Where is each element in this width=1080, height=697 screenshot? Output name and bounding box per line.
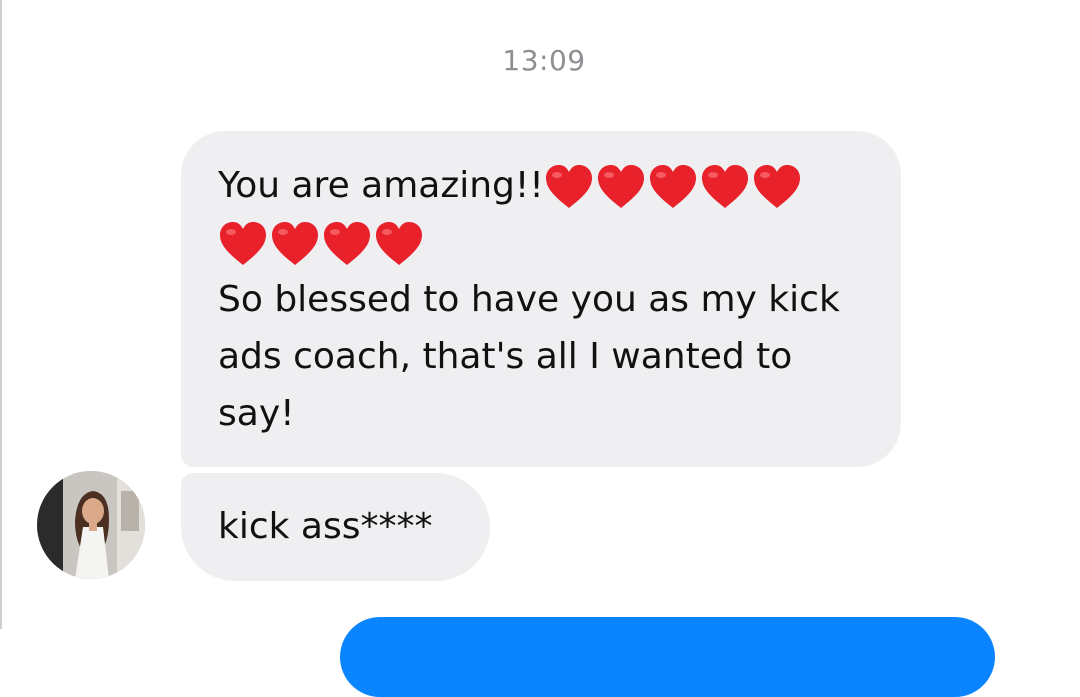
- message-body-text: So blessed to have you as my kick ads co…: [218, 279, 840, 434]
- message-line-2: [218, 214, 865, 271]
- heart-emoji-group: [544, 163, 802, 211]
- incoming-message-bubble[interactable]: You are amazing!! So blessed to have you…: [181, 131, 901, 467]
- outgoing-message-bubble[interactable]: [340, 617, 995, 697]
- avatar[interactable]: [37, 471, 145, 579]
- window-edge: [0, 0, 2, 629]
- heart-icon: [324, 222, 370, 265]
- message-text: kick ass****: [218, 506, 433, 547]
- avatar-photo: [37, 471, 145, 579]
- heart-icon: [376, 222, 422, 265]
- message-line-1: You are amazing!!: [218, 157, 865, 214]
- heart-icon: [220, 222, 266, 265]
- heart-icon: [545, 165, 592, 208]
- heart-icon: [701, 165, 748, 208]
- heart-icon: [272, 222, 318, 265]
- heart-icon: [753, 165, 800, 208]
- heart-emoji-group: [218, 220, 424, 268]
- message-text: You are amazing!!: [218, 165, 544, 206]
- heart-icon: [597, 165, 644, 208]
- heart-icon: [649, 165, 696, 208]
- incoming-message-bubble[interactable]: kick ass****: [181, 473, 490, 581]
- message-timestamp: 13:09: [502, 44, 586, 77]
